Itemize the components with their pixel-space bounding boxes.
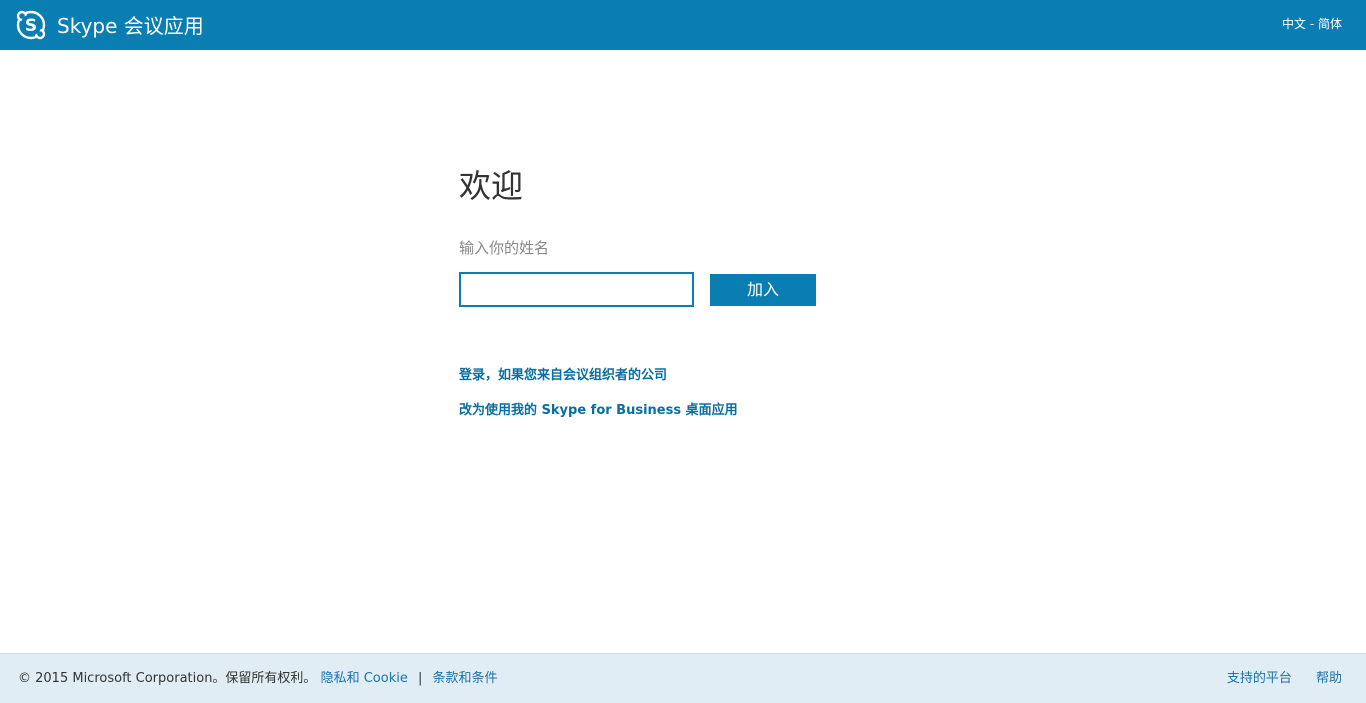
welcome-heading: 欢迎 xyxy=(459,167,524,205)
name-input[interactable] xyxy=(459,272,694,307)
skype-logo-icon: S xyxy=(16,10,46,40)
sign-in-link[interactable]: 登录，如果您来自会议组织者的公司 xyxy=(459,367,667,385)
footer-right: 支持的平台 帮助 xyxy=(1227,670,1342,688)
language-selector[interactable]: 中文 - 简体 xyxy=(1282,16,1342,32)
copyright-text: © 2015 Microsoft Corporation。保留所有权利。 xyxy=(18,671,317,686)
supported-platforms-link[interactable]: 支持的平台 xyxy=(1227,671,1292,686)
terms-link[interactable]: 条款和条件 xyxy=(433,671,498,686)
join-button[interactable]: 加入 xyxy=(710,274,816,306)
svg-text:S: S xyxy=(25,16,37,36)
app-title: Skype 会议应用 xyxy=(57,14,204,38)
footer-separator: | xyxy=(417,671,423,686)
privacy-cookie-link[interactable]: 隐私和 Cookie xyxy=(321,671,408,686)
footer-left: © 2015 Microsoft Corporation。保留所有权利。 隐私和… xyxy=(18,670,498,688)
top-bar: S Skype 会议应用 中文 - 简体 xyxy=(0,0,1366,50)
help-link[interactable]: 帮助 xyxy=(1316,671,1342,686)
name-label: 输入你的姓名 xyxy=(459,239,550,257)
footer: © 2015 Microsoft Corporation。保留所有权利。 隐私和… xyxy=(0,653,1366,703)
desktop-app-link[interactable]: 改为使用我的 Skype for Business 桌面应用 xyxy=(459,402,738,420)
